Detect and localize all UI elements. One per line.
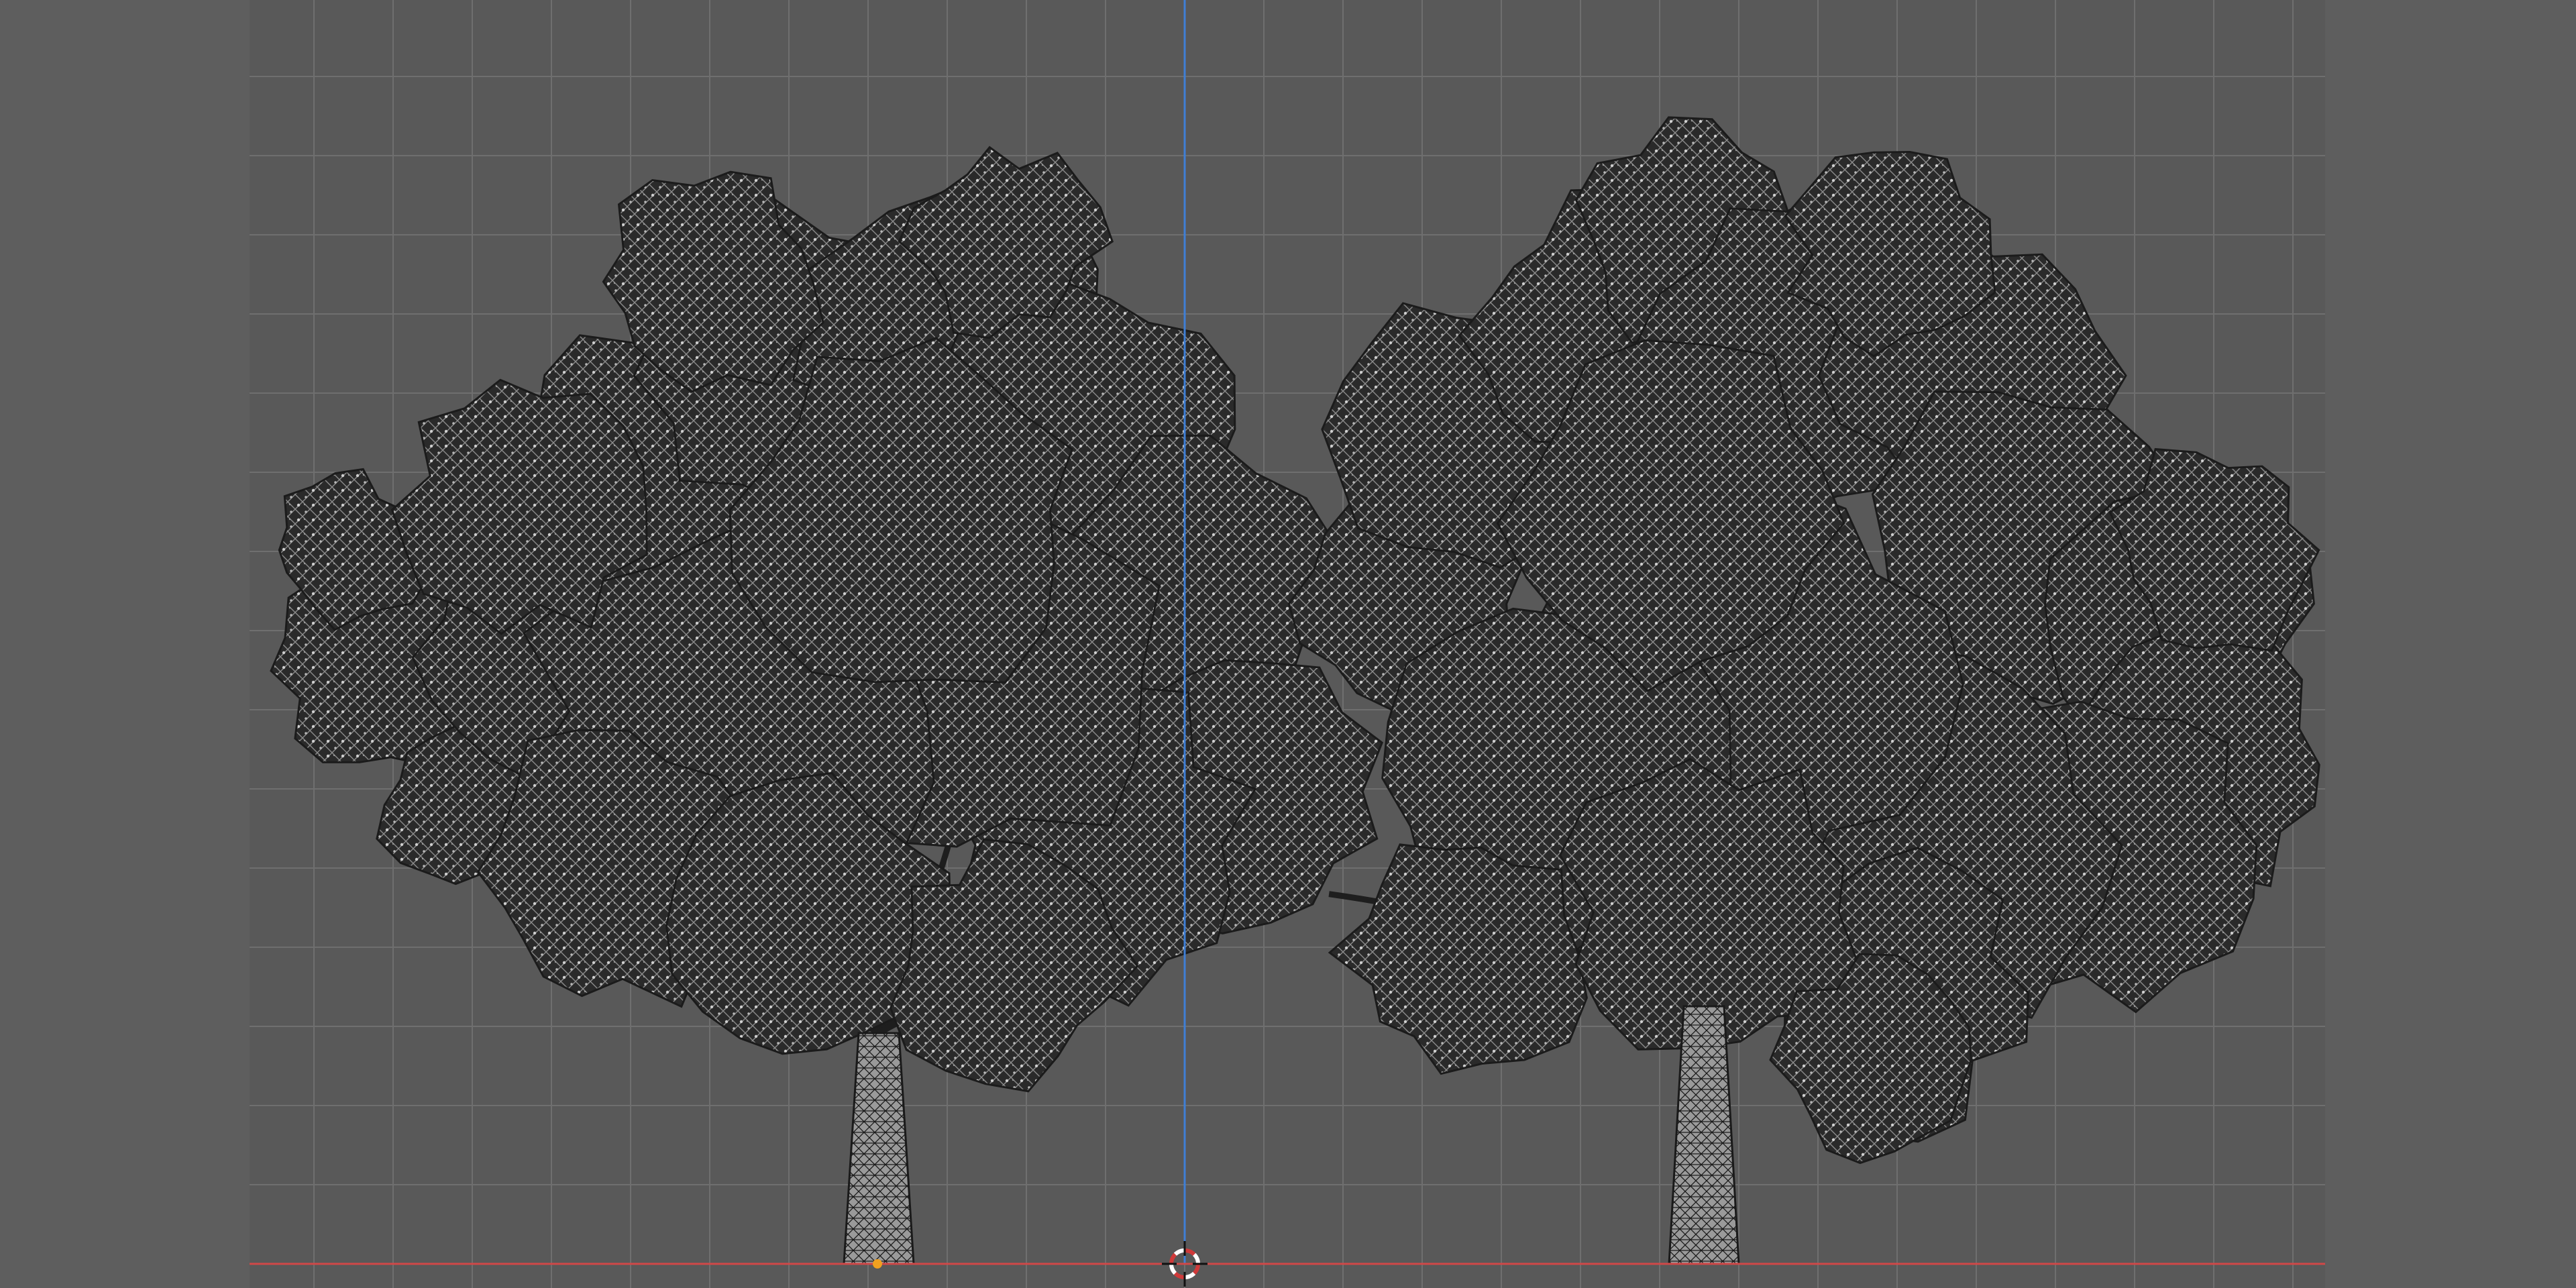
foliage-cluster bbox=[1328, 843, 1588, 1075]
viewport-scene[interactable] bbox=[0, 0, 2576, 1288]
tree-right-object[interactable] bbox=[1287, 116, 2320, 1265]
tree-trunk bbox=[843, 1032, 915, 1265]
tree-left-object[interactable] bbox=[270, 146, 1384, 1265]
object-origin-dot[interactable] bbox=[873, 1259, 882, 1269]
3d-viewport[interactable] bbox=[0, 0, 2576, 1288]
